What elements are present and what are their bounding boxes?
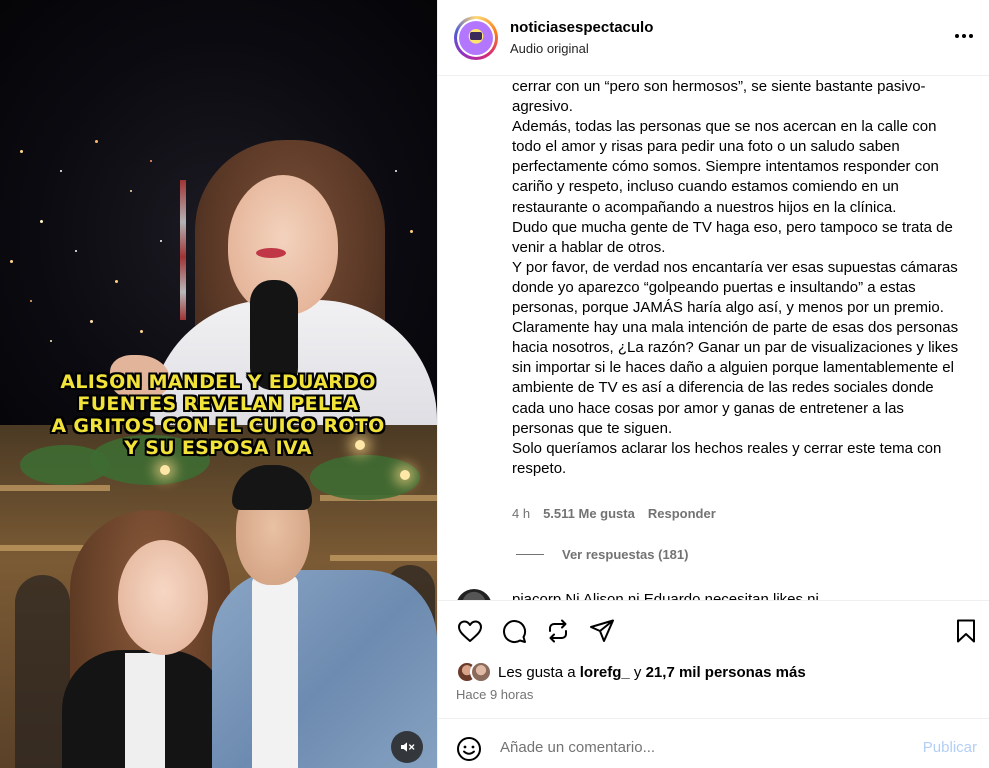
- woman-face: [118, 540, 208, 655]
- post-timestamp[interactable]: Hace 9 horas: [456, 687, 533, 702]
- speaker-muted-icon: [401, 742, 415, 752]
- likes-count-link[interactable]: 21,7 mil personas más: [646, 664, 806, 681]
- likes-summary[interactable]: Les gusta a lorefg_ y 21,7 mil personas …: [456, 661, 806, 683]
- caption-comment: cerrar con un “pero son hermosos”, se si…: [512, 77, 962, 479]
- avatar[interactable]: [456, 589, 492, 600]
- comments-section[interactable]: cerrar con un “pero son hermosos”, se si…: [438, 77, 989, 600]
- tv-tower: [180, 180, 186, 320]
- repost-icon: [549, 619, 567, 643]
- comment-button[interactable]: [500, 617, 528, 645]
- comment-time[interactable]: 4 h: [512, 506, 530, 521]
- audio-link[interactable]: Audio original: [510, 41, 589, 56]
- bookmark-icon: [957, 619, 975, 643]
- avatar: [470, 661, 492, 683]
- comment-meta: 4 h 5.511 Me gusta Responder: [512, 506, 716, 521]
- comment-bubble-icon: [503, 620, 527, 644]
- post-media[interactable]: ALISON MANDEL Y EDUARDO FUENTES REVELAN …: [0, 0, 437, 768]
- caption-line: FUENTES REVELAN PELEA: [77, 393, 359, 415]
- video-frame-bottom: [0, 425, 437, 768]
- post-actions: Les gusta a lorefg_ y 21,7 mil personas …: [438, 600, 989, 718]
- repost-button[interactable]: [544, 617, 572, 645]
- caption-line: Y SU ESPOSA IVA: [124, 437, 312, 459]
- post-sidebar: noticiasespectaculo Audio original cerra…: [437, 0, 989, 768]
- caption-line: ALISON MANDEL Y EDUARDO: [60, 371, 376, 393]
- save-button[interactable]: [952, 617, 980, 645]
- emoji-icon[interactable]: [456, 736, 482, 762]
- avatar[interactable]: [454, 16, 498, 60]
- add-comment-bar: Publicar: [438, 718, 989, 768]
- username-link[interactable]: noticiasespectaculo: [510, 19, 653, 36]
- video-caption: ALISON MANDEL Y EDUARDO FUENTES REVELAN …: [18, 371, 418, 459]
- like-button[interactable]: [456, 617, 484, 645]
- comment-paragraph: Dudo que mucha gente de TV haga eso, per…: [512, 218, 953, 256]
- comment-paragraph: cerrar con un “pero son hermosos”, se si…: [512, 78, 926, 116]
- comment-paragraph: Y por favor, de verdad nos encantaría ve…: [512, 258, 958, 317]
- mute-button[interactable]: [391, 731, 423, 763]
- paper-plane-icon: [590, 619, 614, 642]
- reply-button[interactable]: Responder: [648, 506, 716, 521]
- view-replies-label: Ver respuestas (181): [562, 547, 689, 562]
- list-item: piacorp Ni Alison ni Eduardo necesitan l…: [456, 589, 989, 600]
- more-horizontal-icon: [955, 34, 973, 38]
- heart-icon: [458, 620, 482, 642]
- video-frame-top: [0, 0, 437, 425]
- more-options-button[interactable]: [952, 24, 976, 48]
- likes-connector: y: [633, 663, 642, 681]
- divider-line: [516, 554, 544, 555]
- comment-likes[interactable]: 5.511 Me gusta: [543, 506, 635, 521]
- caption-line: A GRITOS CON EL CUICO ROTO: [51, 415, 385, 437]
- comment-paragraph: Claramente hay una mala intención de par…: [512, 319, 959, 437]
- avatar-image: [459, 21, 493, 55]
- view-replies-button[interactable]: Ver respuestas (181): [516, 547, 688, 562]
- comment-input[interactable]: [500, 733, 900, 761]
- comment-paragraph: Además, todas las personas que se nos ac…: [512, 118, 939, 216]
- comment-paragraph: Solo queríamos aclarar los hechos reales…: [512, 439, 942, 477]
- share-button[interactable]: [588, 617, 616, 645]
- likes-text: Les gusta a lorefg_ y 21,7 mil personas …: [498, 664, 806, 681]
- comment-text: piacorp Ni Alison ni Eduardo necesitan l…: [512, 591, 819, 600]
- liker-username[interactable]: lorefg_: [580, 664, 630, 681]
- post-header: noticiasespectaculo Audio original: [438, 0, 989, 76]
- likes-prefix: Les gusta a: [498, 663, 576, 681]
- publish-button[interactable]: Publicar: [923, 739, 977, 756]
